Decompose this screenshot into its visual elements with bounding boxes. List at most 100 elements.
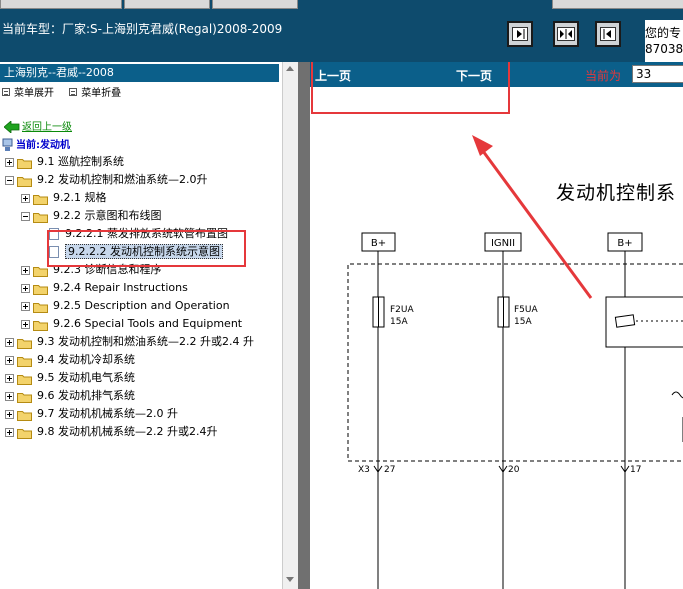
fuse-name-1: F2UA — [390, 305, 414, 315]
tree-item-label: 9.2.4 Repair Instructions — [53, 281, 188, 294]
tree-item[interactable]: 9.6 发动机排气系统 — [5, 387, 135, 405]
power-label-1: B+ — [371, 238, 386, 249]
user-info-line2: 870382 — [645, 42, 683, 56]
collapse-menu-icon — [69, 87, 78, 96]
tree-item[interactable]: 9.8 发动机机械系统—2.2 升或2.4升 — [5, 423, 217, 441]
tree-item-label: 9.8 发动机机械系统—2.2 升或2.4升 — [37, 425, 218, 438]
folder-icon — [33, 301, 48, 313]
document-panel: 上一页 下一页 当前为 发动机控制系 B+ IGNII B+ — [310, 62, 683, 589]
pin-label-2: 20 — [508, 465, 520, 475]
tree-item[interactable]: 9.7 发动机机械系统—2.0 升 — [5, 405, 178, 423]
pin-label-1: 27 — [384, 465, 395, 475]
folder-icon — [17, 373, 32, 385]
folder-icon — [17, 157, 32, 169]
collapse-left-button[interactable] — [595, 21, 621, 47]
expand-menu-icon — [2, 87, 10, 96]
tree-scrollbar[interactable] — [282, 62, 298, 589]
tree-item-label: 9.1 巡航控制系统 — [37, 155, 124, 168]
top-tab-1[interactable] — [0, 0, 122, 9]
fuse-1: F2UA 15A — [372, 296, 414, 328]
split-view-button[interactable] — [553, 21, 579, 47]
fuse-2: F5UA 15A — [497, 296, 538, 328]
folder-icon — [17, 337, 32, 349]
power-label-3: B+ — [617, 238, 632, 249]
tree-item-label: 9.2.1 规格 — [53, 191, 107, 204]
tree-item[interactable]: 9.2.5 Description and Operation — [21, 297, 230, 315]
expand-plus-icon[interactable] — [5, 427, 14, 437]
folder-icon — [33, 265, 48, 277]
top-header: 当前车型：厂家:S-上海别克君威(Regal)2008-2009 您的专 870… — [0, 0, 683, 62]
scroll-up-icon[interactable] — [286, 66, 294, 71]
user-info-box: 您的专 870382 — [645, 20, 683, 62]
folder-icon — [17, 391, 32, 403]
scroll-down-icon[interactable] — [286, 577, 294, 582]
relay-component — [605, 296, 683, 348]
expand-plus-icon[interactable] — [5, 355, 14, 365]
expand-plus-icon[interactable] — [5, 337, 14, 347]
tree-item-label: 9.2.6 Special Tools and Equipment — [53, 317, 243, 330]
open-folder-icon — [17, 175, 32, 187]
expand-plus-icon[interactable] — [5, 157, 14, 167]
back-arrow-icon — [3, 120, 20, 134]
tree-item-label: 9.7 发动机机械系统—2.0 升 — [37, 407, 178, 420]
expand-plus-icon[interactable] — [5, 373, 14, 383]
tree-item-label: 9.3 发动机控制和燃油系统—2.2 升或2.4 升 — [37, 335, 254, 348]
current-location-label: 当前:发动机 — [16, 140, 70, 151]
collapse-minus-icon[interactable] — [21, 211, 30, 221]
top-tab-3[interactable] — [212, 0, 298, 9]
left-panel-title: 上海别克--君威--2008 — [0, 64, 279, 82]
back-link-label: 返回上一级 — [22, 122, 72, 133]
open-folder-icon — [33, 211, 48, 223]
tree-item[interactable]: 9.3 发动机控制和燃油系统—2.2 升或2.4 升 — [5, 333, 254, 351]
power-box-3: B+ — [607, 232, 643, 252]
tree-item[interactable]: 9.4 发动机冷却系统 — [5, 351, 135, 369]
car-model-label: 当前车型：厂家:S-上海别克君威(Regal)2008-2009 — [2, 22, 283, 36]
folder-icon — [33, 319, 48, 331]
tree-item-label: 9.4 发动机冷却系统 — [37, 353, 135, 366]
folder-icon — [17, 355, 32, 367]
top-tab-2[interactable] — [124, 0, 210, 9]
folder-icon — [33, 193, 48, 205]
tree-item-label: 9.6 发动机排气系统 — [37, 389, 135, 402]
tree-item-label: 9.2 发动机控制和燃油系统—2.0升 — [37, 173, 208, 186]
expand-plus-icon[interactable] — [21, 319, 30, 329]
expand-plus-icon[interactable] — [5, 409, 14, 419]
current-location: 当前:发动机 — [2, 136, 70, 152]
expand-plus-icon[interactable] — [21, 193, 30, 203]
top-tab-4[interactable] — [552, 0, 683, 9]
tree-item[interactable]: 9.1 巡航控制系统 — [5, 153, 124, 171]
fuse-block-outline — [347, 263, 683, 462]
tree-item[interactable]: 9.2.2 示意图和布线图 — [21, 207, 162, 225]
back-link[interactable]: 返回上一级 — [3, 118, 72, 134]
collapse-right-icon — [512, 27, 528, 41]
pin-label-3: 17 — [630, 465, 641, 475]
connector-label: X3 — [358, 465, 370, 475]
expand-plus-icon[interactable] — [21, 301, 30, 311]
tree-item[interactable]: 9.2.4 Repair Instructions — [21, 279, 188, 297]
collapse-all-link[interactable]: 菜单折叠 — [81, 84, 121, 99]
expand-all-link[interactable]: 菜单展开 — [14, 84, 54, 99]
tree-item[interactable]: 9.5 发动机电气系统 — [5, 369, 135, 387]
power-box-1: B+ — [361, 232, 396, 252]
expand-plus-icon[interactable] — [21, 265, 30, 275]
expand-plus-icon[interactable] — [5, 391, 14, 401]
fuse-rating-1: 15A — [390, 317, 408, 327]
collapse-minus-icon[interactable] — [5, 175, 14, 185]
highlight-box-tree — [47, 230, 246, 267]
tree-item[interactable]: 9.2.6 Special Tools and Equipment — [21, 315, 242, 333]
tree-item[interactable]: 9.2.1 规格 — [21, 189, 107, 207]
expand-plus-icon[interactable] — [21, 283, 30, 293]
collapse-right-button[interactable] — [507, 21, 533, 47]
tree-item[interactable]: 9.2 发动机控制和燃油系统—2.0升 — [5, 171, 207, 189]
split-view-icon — [557, 27, 575, 41]
tree-item-label: 9.5 发动机电气系统 — [37, 371, 135, 384]
left-nav-panel: 上海别克--君威--2008 菜单展开 菜单折叠 返回上一级 当前:发动机 9.… — [0, 62, 282, 589]
pin-markers — [373, 465, 630, 473]
folder-icon — [17, 427, 32, 439]
switch-symbol — [671, 391, 683, 399]
fuse-rating-2: 15A — [514, 317, 532, 327]
menu-controls: 菜单展开 菜单折叠 — [0, 84, 121, 99]
panel-divider[interactable] — [298, 62, 310, 589]
tree-item-label: 9.2.5 Description and Operation — [53, 299, 230, 312]
annotation-arrow-head — [472, 135, 493, 156]
